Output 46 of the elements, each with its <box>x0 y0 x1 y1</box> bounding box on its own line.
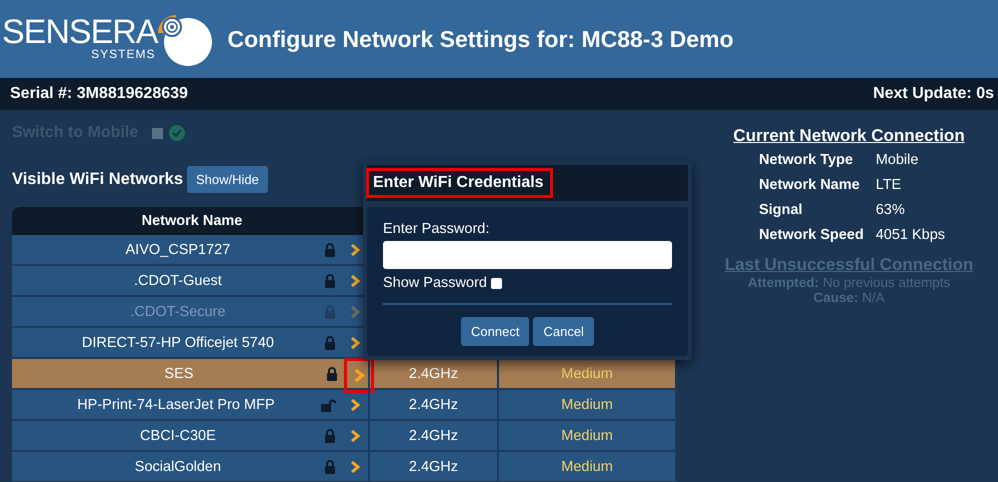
section-title: Visible WiFi Networks <box>12 170 184 188</box>
chevron-icon[interactable] <box>346 360 372 391</box>
strength-cell: Medium <box>561 366 613 382</box>
field-value: LTE <box>876 177 902 193</box>
band-cell: 2.4GHz <box>408 428 458 444</box>
field-value: 4051 Kbps <box>876 227 946 243</box>
network-row[interactable]: SocialGolden 2.4GHz Medium <box>12 452 677 482</box>
network-row[interactable]: HP-Print-74-LaserJet Pro MFP 2.4GHz Medium <box>12 390 677 421</box>
dialog-title: Enter WiFi Credentials <box>369 171 550 195</box>
dialog-button[interactable]: Cancel <box>533 317 594 346</box>
network-name: .CDOT-Guest <box>133 272 223 288</box>
network-name: DIRECT-57-HP Officejet 5740 <box>80 334 275 350</box>
network-name: SES <box>163 366 194 382</box>
field-value: Mobile <box>876 152 920 168</box>
field-value: 63% <box>876 202 906 218</box>
network-name: HP-Print-74-LaserJet Pro MFP <box>76 396 276 412</box>
band-cell: 2.4GHz <box>408 366 458 382</box>
network-name: .CDOT-Secure <box>129 304 226 320</box>
show-hide-button[interactable]: Show/Hide <box>187 166 268 192</box>
next-update: Next Update: 0s <box>873 85 994 103</box>
page-title: Configure Network Settings for: MC88-3 Demo <box>228 26 734 52</box>
network-name: AIVO_CSP1727 <box>124 242 232 258</box>
strength-cell: Medium <box>561 458 613 474</box>
password-label: Enter Password: <box>383 221 490 237</box>
strength-cell: Medium <box>561 428 613 444</box>
password-field[interactable] <box>383 241 672 269</box>
column-header: Network Name <box>140 212 244 231</box>
show-password-label: Show Password <box>383 275 487 291</box>
network-name: SocialGolden <box>134 458 222 474</box>
field-label: Network Type <box>758 152 854 168</box>
band-cell: 2.4GHz <box>408 396 458 412</box>
logo-subtext: SYSTEMS <box>91 47 156 61</box>
strength-cell: Medium <box>561 396 613 412</box>
network-row[interactable]: CBCI-C30E 2.4GHz Medium <box>12 421 677 452</box>
network-name: CBCI-C30E <box>139 428 217 444</box>
section-title: Current Network Connection <box>733 126 965 146</box>
logo-text: SENSERA <box>2 17 158 47</box>
field-label: Signal <box>758 202 804 218</box>
check-circle-icon <box>169 125 186 141</box>
dialog-button[interactable]: Connect <box>461 317 530 346</box>
band-cell: 2.4GHz <box>408 458 458 474</box>
field-label: Network Speed <box>758 227 864 243</box>
show-password-checkbox[interactable] <box>490 278 502 288</box>
network-row[interactable]: SES 2.4GHz Medium <box>12 359 677 390</box>
field-label: Network Name <box>758 177 861 193</box>
serial-number: Serial #: 3M8819628639 <box>10 85 188 103</box>
